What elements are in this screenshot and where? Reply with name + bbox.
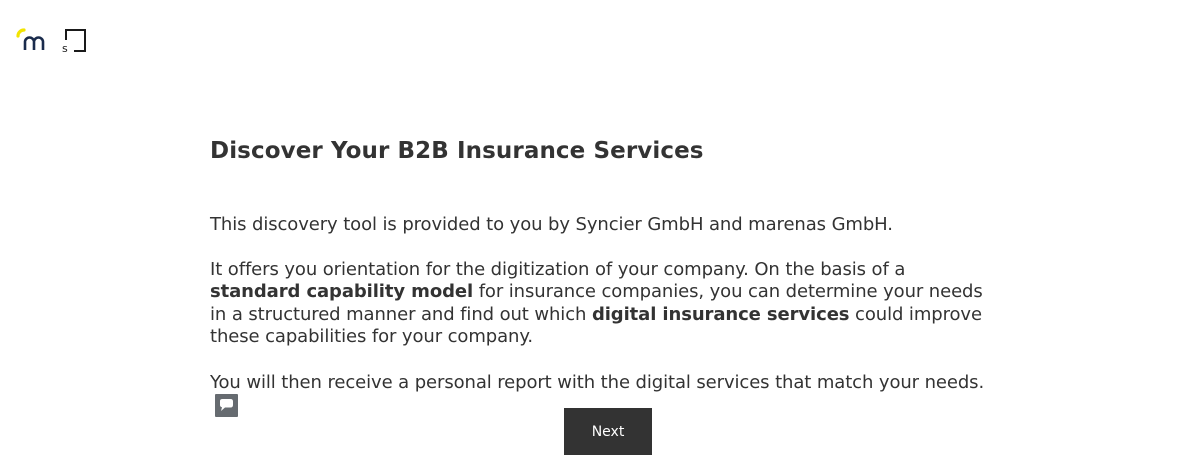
description-bold-capability-model: standard capability model bbox=[210, 281, 474, 302]
main-content: Discover Your B2B Insurance Services Thi… bbox=[210, 134, 990, 420]
svg-text:s: s bbox=[62, 42, 68, 54]
description-bold-digital-services: digital insurance services bbox=[591, 303, 850, 325]
syncier-logo-icon: s bbox=[62, 29, 86, 54]
chat-bubble-icon bbox=[215, 394, 238, 417]
page-title: Discover Your B2B Insurance Services bbox=[210, 138, 704, 164]
report-text: You will then receive a personal report … bbox=[210, 371, 985, 393]
page: s Discover Your B2B Insurance Services T… bbox=[0, 0, 1200, 468]
marenas-logo-icon bbox=[16, 28, 45, 50]
header-logos: s bbox=[14, 26, 88, 56]
intro-text: This discovery tool is provided to you b… bbox=[210, 214, 893, 235]
description-text: It offers you orientation for the digiti… bbox=[210, 259, 990, 349]
next-button[interactable]: Next bbox=[564, 408, 652, 455]
description-part1: It offers you orientation for the digiti… bbox=[210, 258, 906, 280]
